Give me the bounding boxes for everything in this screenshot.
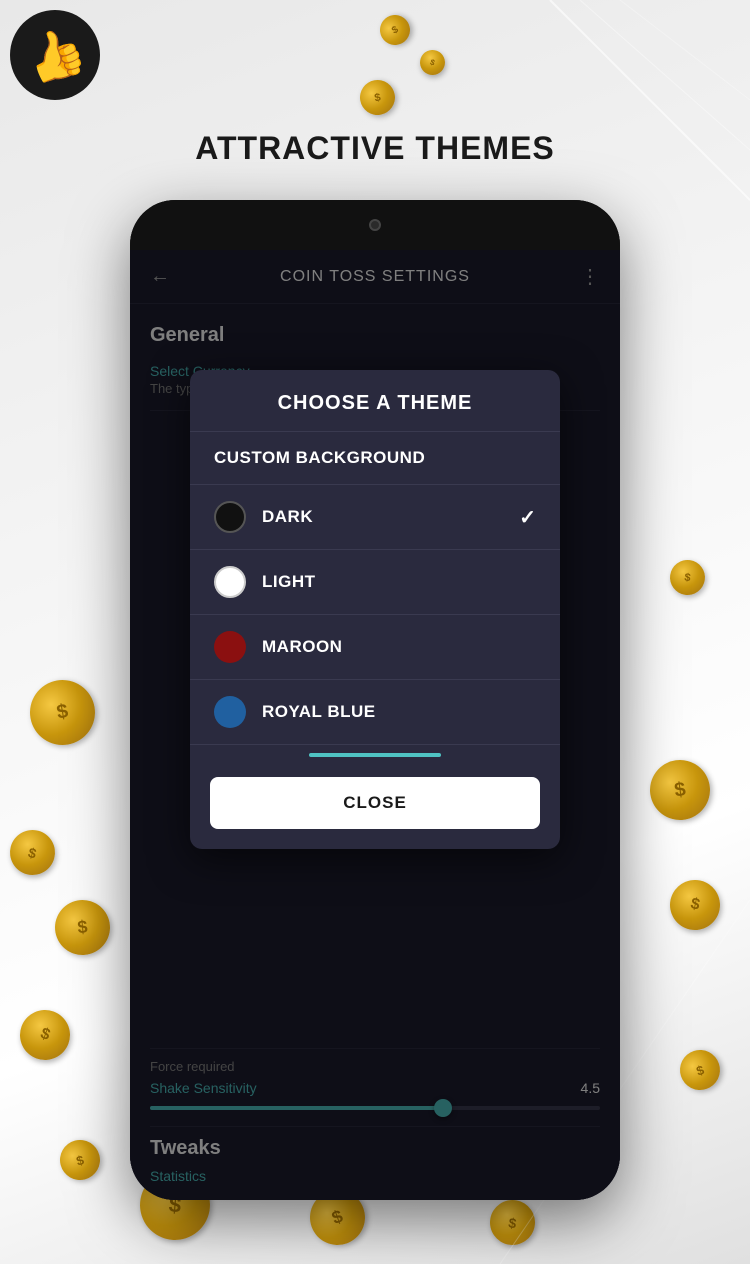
theme-dialog: CHOOSE A THEME CUSTOM BACKGROUND DARK ✓ … [190, 370, 560, 849]
scroll-indicator-container [190, 745, 560, 761]
custom-background-option[interactable]: CUSTOM BACKGROUND [190, 432, 560, 485]
royal-blue-label: ROYAL BLUE [262, 702, 536, 722]
close-button[interactable]: CLOSE [210, 777, 540, 829]
decorative-coin [25, 675, 100, 750]
phone-camera [369, 219, 381, 231]
decorative-coin [13, 1003, 77, 1067]
dialog-title: CHOOSE A THEME [190, 370, 560, 431]
scroll-indicator [309, 753, 441, 757]
decorative-coin [646, 756, 714, 824]
dark-label: DARK [262, 507, 503, 527]
light-color-circle [214, 566, 246, 598]
decorative-coin [675, 1045, 725, 1095]
maroon-label: MAROON [262, 637, 536, 657]
theme-dialog-overlay: CHOOSE A THEME CUSTOM BACKGROUND DARK ✓ … [130, 250, 620, 1200]
thumbs-up-icon: 👍 [17, 18, 93, 92]
decorative-coin [5, 825, 60, 880]
theme-option-royal-blue[interactable]: ROYAL BLUE [190, 680, 560, 745]
decorative-coin [486, 1196, 538, 1248]
decorative-coin [668, 558, 708, 598]
decorative-coin [56, 1136, 105, 1185]
decorative-coin [53, 898, 113, 958]
custom-bg-label: CUSTOM BACKGROUND [214, 448, 425, 467]
theme-option-dark[interactable]: DARK ✓ [190, 485, 560, 550]
light-label: LIGHT [262, 572, 536, 592]
decorative-coin [357, 77, 398, 118]
theme-option-light[interactable]: LIGHT [190, 550, 560, 615]
app-icon: 👍 [10, 10, 100, 100]
selected-checkmark: ✓ [519, 505, 536, 530]
royal-blue-color-circle [214, 696, 246, 728]
decorative-coin [665, 875, 724, 934]
phone-frame: ← COIN TOSS SETTINGS ⋮ General Select Cu… [130, 200, 620, 1200]
maroon-color-circle [214, 631, 246, 663]
dark-color-circle [214, 501, 246, 533]
page-title: ATTRACTIVE THEMES [0, 130, 750, 167]
decorative-coin [416, 46, 448, 78]
phone-screen: ← COIN TOSS SETTINGS ⋮ General Select Cu… [130, 250, 620, 1200]
decorative-coin [375, 10, 416, 51]
phone-notch [130, 200, 620, 250]
theme-option-maroon[interactable]: MAROON [190, 615, 560, 680]
